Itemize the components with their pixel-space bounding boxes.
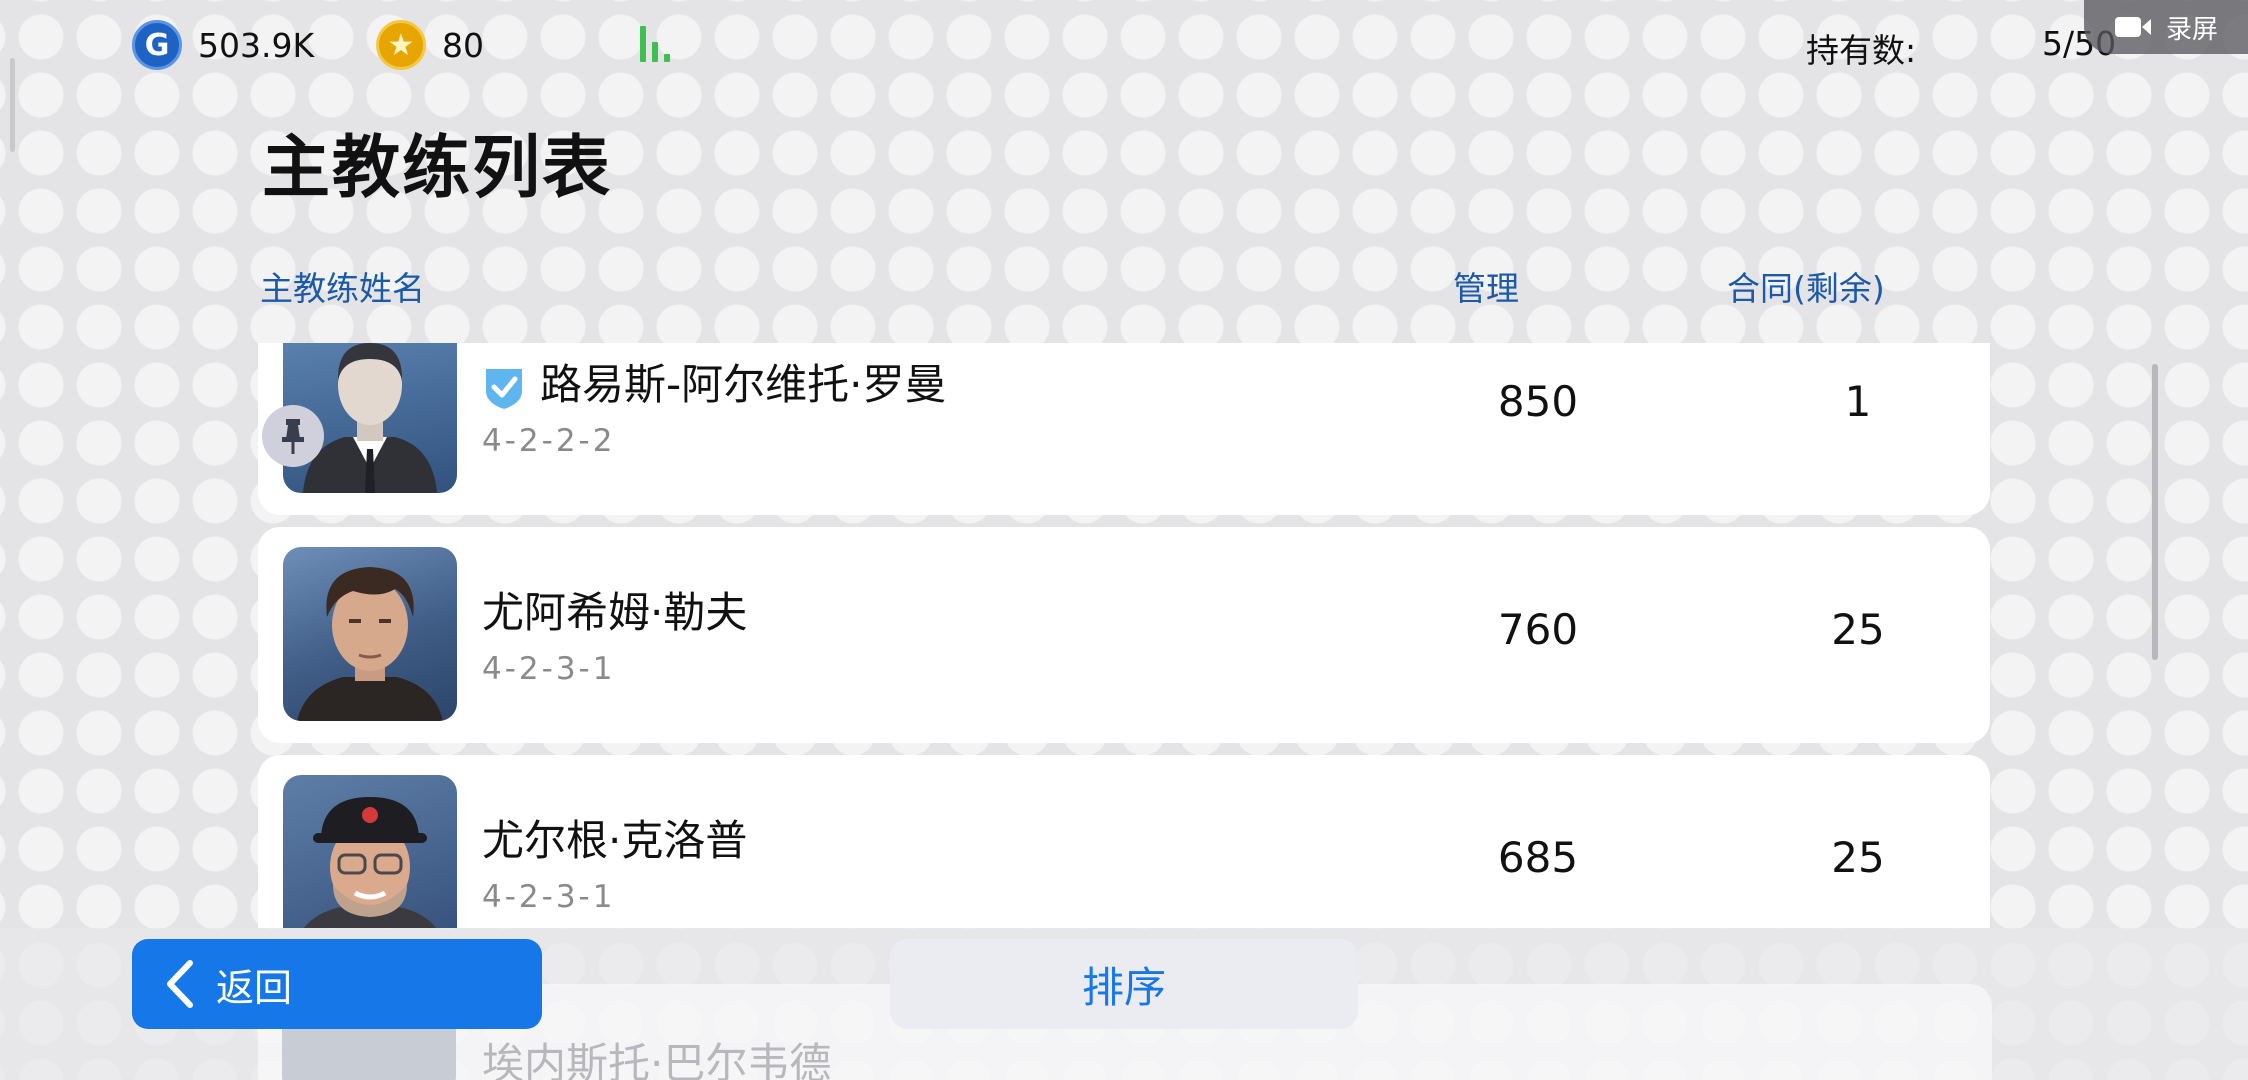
coach-contract: 25: [1831, 833, 1885, 882]
left-scroll-indicator: [10, 58, 15, 152]
gp-coin-icon: G: [132, 20, 182, 70]
screen-record-button[interactable]: 录屏: [2084, 0, 2248, 54]
coach-formation: 4-2-2-2: [482, 423, 616, 459]
verified-shield-icon: [486, 368, 522, 409]
star-coin-icon: ★: [376, 20, 426, 70]
coach-contract: 25: [1831, 605, 1885, 654]
coach-management: 685: [1497, 833, 1579, 882]
coach-avatar: [283, 547, 457, 721]
coach-contract: 1: [1844, 377, 1872, 426]
video-camera-icon: [2114, 17, 2151, 37]
coach-name-faded: 埃内斯托·巴尔韦德: [482, 1039, 832, 1080]
coach-management: 760: [1497, 605, 1579, 654]
coach-name: 尤阿希姆·勒夫: [482, 588, 748, 637]
signal-icon: [638, 24, 678, 62]
list-scrollbar[interactable]: [2152, 364, 2158, 660]
coins-value: 80: [442, 25, 484, 65]
chevron-left-icon: [167, 960, 193, 1008]
sort-button[interactable]: 排序: [890, 939, 1358, 1029]
gp-currency: G 503.9K: [132, 18, 314, 72]
coach-list[interactable]: 路易斯-阿尔维托·罗曼 4-2-2-2 850 1 尤阿希姆·勒夫 4-2-3-…: [258, 343, 1992, 928]
gp-value: 503.9K: [198, 25, 315, 65]
coins-currency: ★ 80: [376, 18, 484, 72]
sort-label: 排序: [1081, 962, 1166, 1012]
coach-avatar: [283, 775, 457, 928]
column-header-management[interactable]: 管理: [1453, 262, 1519, 310]
coach-row[interactable]: 路易斯-阿尔维托·罗曼 4-2-2-2 850 1: [258, 343, 1990, 515]
coach-row[interactable]: 尤尔根·克洛普 4-2-3-1 685 25: [258, 755, 1990, 928]
coach-formation: 4-2-3-1: [482, 879, 616, 915]
record-label: 录屏: [2165, 14, 2218, 45]
coach-management: 850: [1497, 377, 1579, 426]
coach-formation: 4-2-3-1: [482, 651, 616, 687]
column-header-name[interactable]: 主教练姓名: [260, 262, 425, 310]
holdings-label: 持有数:: [1806, 31, 1917, 70]
back-label: 返回: [216, 965, 293, 1010]
coach-name: 尤尔根·克洛普: [482, 816, 748, 865]
column-header-contract[interactable]: 合同(剩余): [1727, 262, 1885, 310]
page-title: 主教练列表: [262, 129, 613, 208]
coach-row[interactable]: 尤阿希姆·勒夫 4-2-3-1 760 25: [258, 527, 1990, 743]
pin-icon[interactable]: [262, 405, 324, 467]
back-button[interactable]: 返回: [132, 939, 542, 1029]
coach-name: 路易斯-阿尔维托·罗曼: [482, 351, 947, 412]
